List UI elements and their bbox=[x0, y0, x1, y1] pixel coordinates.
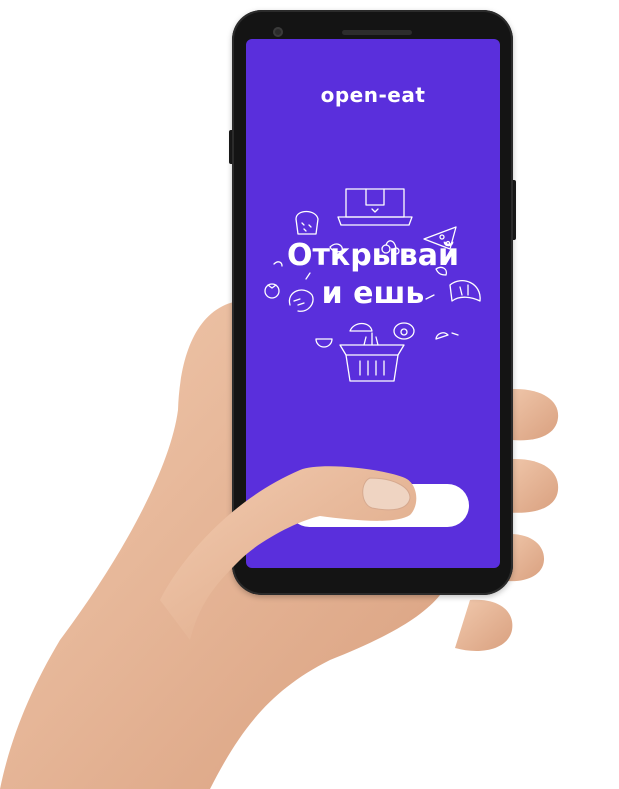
front-camera-icon bbox=[273, 27, 283, 37]
headline-line-1: Открывай bbox=[286, 238, 460, 273]
avocado-icon bbox=[393, 322, 415, 340]
phone-device: open-eat Открывай и ешь bbox=[232, 10, 513, 595]
basket-icon bbox=[339, 332, 405, 382]
headline: Открывай и ешь bbox=[246, 237, 500, 313]
speaker-grille bbox=[342, 30, 412, 35]
bread-icon bbox=[295, 210, 319, 235]
egg-icon bbox=[349, 322, 373, 332]
start-button[interactable] bbox=[288, 484, 469, 527]
headline-line-2: и ешь bbox=[321, 276, 425, 311]
app-screen: open-eat Открывай и ешь bbox=[246, 39, 500, 568]
box-icon bbox=[337, 188, 413, 226]
